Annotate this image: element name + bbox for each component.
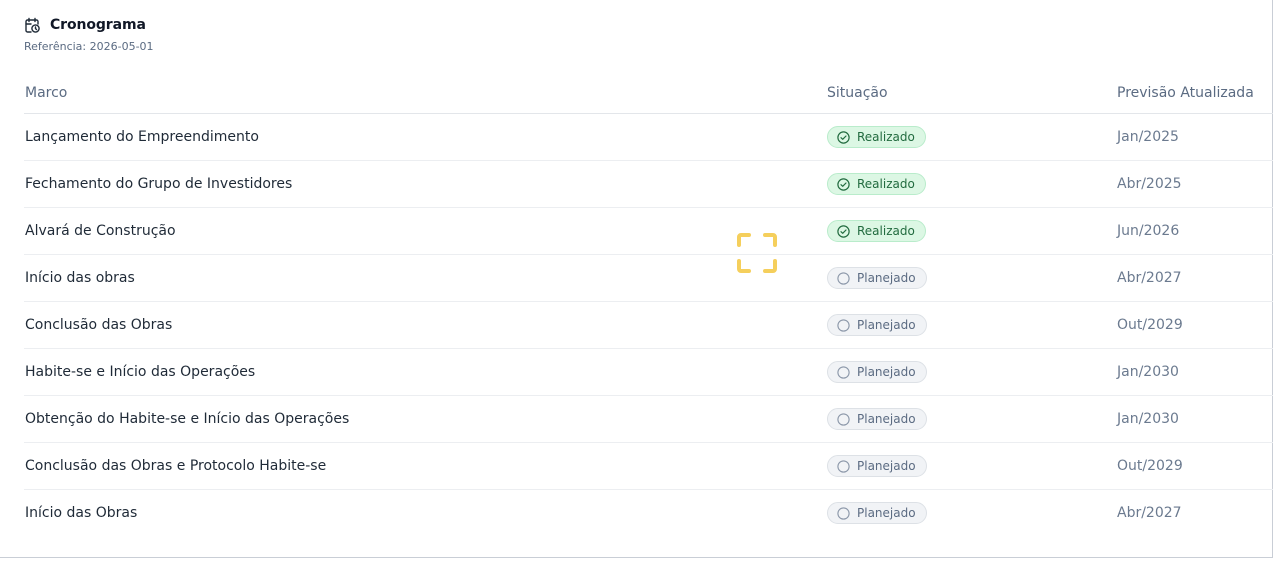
status-cell: Planejado	[826, 490, 1116, 537]
status-cell: Planejado	[826, 301, 1116, 349]
status-cell: Realizado	[826, 207, 1116, 255]
status-badge: Planejado	[827, 408, 927, 430]
status-cell: Planejado	[826, 254, 1116, 302]
forecast-date: Abr/2027	[1117, 505, 1182, 521]
focus-frame-icon	[736, 232, 778, 274]
empty-circle-icon	[837, 365, 850, 379]
status-label: Planejado	[857, 365, 916, 379]
table-row[interactable]: Conclusão das Obras Planejado Out/2029	[24, 301, 1273, 349]
milestone-name: Obtenção do Habite-se e Início das Opera…	[24, 395, 826, 443]
milestone-name: Início das Obras	[25, 505, 138, 521]
empty-circle-icon	[837, 318, 850, 332]
status-badge: Realizado	[827, 173, 926, 195]
reference-date: Referência: 2026-05-01	[24, 40, 154, 53]
status-badge: Realizado	[827, 220, 926, 242]
status-cell: Realizado	[826, 113, 1116, 161]
status-badge: Planejado	[827, 314, 927, 336]
forecast-date: Abr/2025	[1116, 160, 1273, 208]
milestone-name: Alvará de Construção	[24, 207, 826, 255]
status-label: Planejado	[857, 271, 916, 285]
card-header: Cronograma Referência: 2026-05-01	[24, 15, 154, 53]
forecast-date: Abr/2027	[1116, 254, 1273, 302]
status-cell: Planejado	[826, 395, 1116, 443]
check-circle-icon	[837, 130, 850, 144]
table-row[interactable]: Alvará de Construção Realizado Jun/2026	[24, 207, 1273, 255]
milestone-name: Lançamento do Empreendimento	[24, 113, 826, 161]
status-label: Realizado	[857, 130, 915, 144]
table-row[interactable]: Lançamento do Empreendimento Realizado Jan…	[24, 113, 1273, 161]
table-row[interactable]: Início das obras Planejado Abr/2027	[24, 254, 1273, 302]
cronograma-card: Cronograma Referência: 2026-05-01 Marco …	[0, 0, 1273, 558]
forecast-date: Jan/2030	[1116, 395, 1273, 443]
status-label: Realizado	[857, 177, 915, 191]
forecast-date: Jun/2026	[1116, 207, 1273, 255]
status-label: Planejado	[857, 318, 916, 332]
column-header-situacao[interactable]: Situação	[826, 73, 1116, 114]
status-badge: Planejado	[827, 267, 927, 289]
empty-circle-icon	[837, 271, 850, 285]
milestone-name: Fechamento do Grupo de Investidores	[24, 160, 826, 208]
forecast-date: Out/2029	[1116, 442, 1273, 490]
empty-circle-icon	[837, 412, 850, 426]
milestone-name: Habite-se e Início das Operações	[24, 348, 826, 396]
check-circle-icon	[837, 177, 850, 191]
milestone-name: Conclusão das Obras	[24, 301, 826, 349]
milestone-name: Conclusão das Obras e Protocolo Habite-s…	[24, 442, 826, 490]
status-badge: Planejado	[827, 455, 927, 477]
table-row[interactable]: Habite-se e Início das Operações Planejad…	[24, 348, 1273, 396]
milestones-table: Marco Situação Previsão Atualizada Lança…	[24, 73, 1273, 536]
table-row[interactable]: Conclusão das Obras e Protocolo Habite-s…	[24, 442, 1273, 490]
table-row[interactable]: Fechamento do Grupo de Investidores Reali…	[24, 160, 1273, 208]
forecast-date: Jan/2030	[1116, 348, 1273, 396]
milestone-name: Início das obras	[24, 254, 826, 302]
status-badge: Planejado	[827, 502, 927, 524]
status-cell: Planejado	[826, 348, 1116, 396]
table-row[interactable]: Obtenção do Habite-se e Início das Opera…	[24, 395, 1273, 443]
status-badge: Realizado	[827, 126, 926, 148]
empty-circle-icon	[837, 459, 850, 473]
forecast-date: Out/2029	[1116, 301, 1273, 349]
status-cell: Planejado	[826, 442, 1116, 490]
status-label: Planejado	[857, 506, 916, 520]
page-title: Cronograma	[50, 17, 146, 33]
status-label: Planejado	[857, 459, 916, 473]
table-row[interactable]: Início das Obras Planejado Abr/2027	[24, 490, 1273, 537]
status-label: Realizado	[857, 224, 915, 238]
forecast-date: Jan/2025	[1116, 113, 1273, 161]
column-header-previsao[interactable]: Previsão Atualizada	[1116, 73, 1273, 114]
calendar-clock-icon	[24, 17, 41, 34]
empty-circle-icon	[837, 506, 850, 520]
status-cell: Realizado	[826, 160, 1116, 208]
column-header-marco[interactable]: Marco	[24, 73, 826, 114]
title-row: Cronograma	[24, 15, 154, 35]
check-circle-icon	[837, 224, 850, 238]
status-badge: Planejado	[827, 361, 927, 383]
status-label: Planejado	[857, 412, 916, 426]
table-header-row: Marco Situação Previsão Atualizada	[24, 73, 1273, 114]
